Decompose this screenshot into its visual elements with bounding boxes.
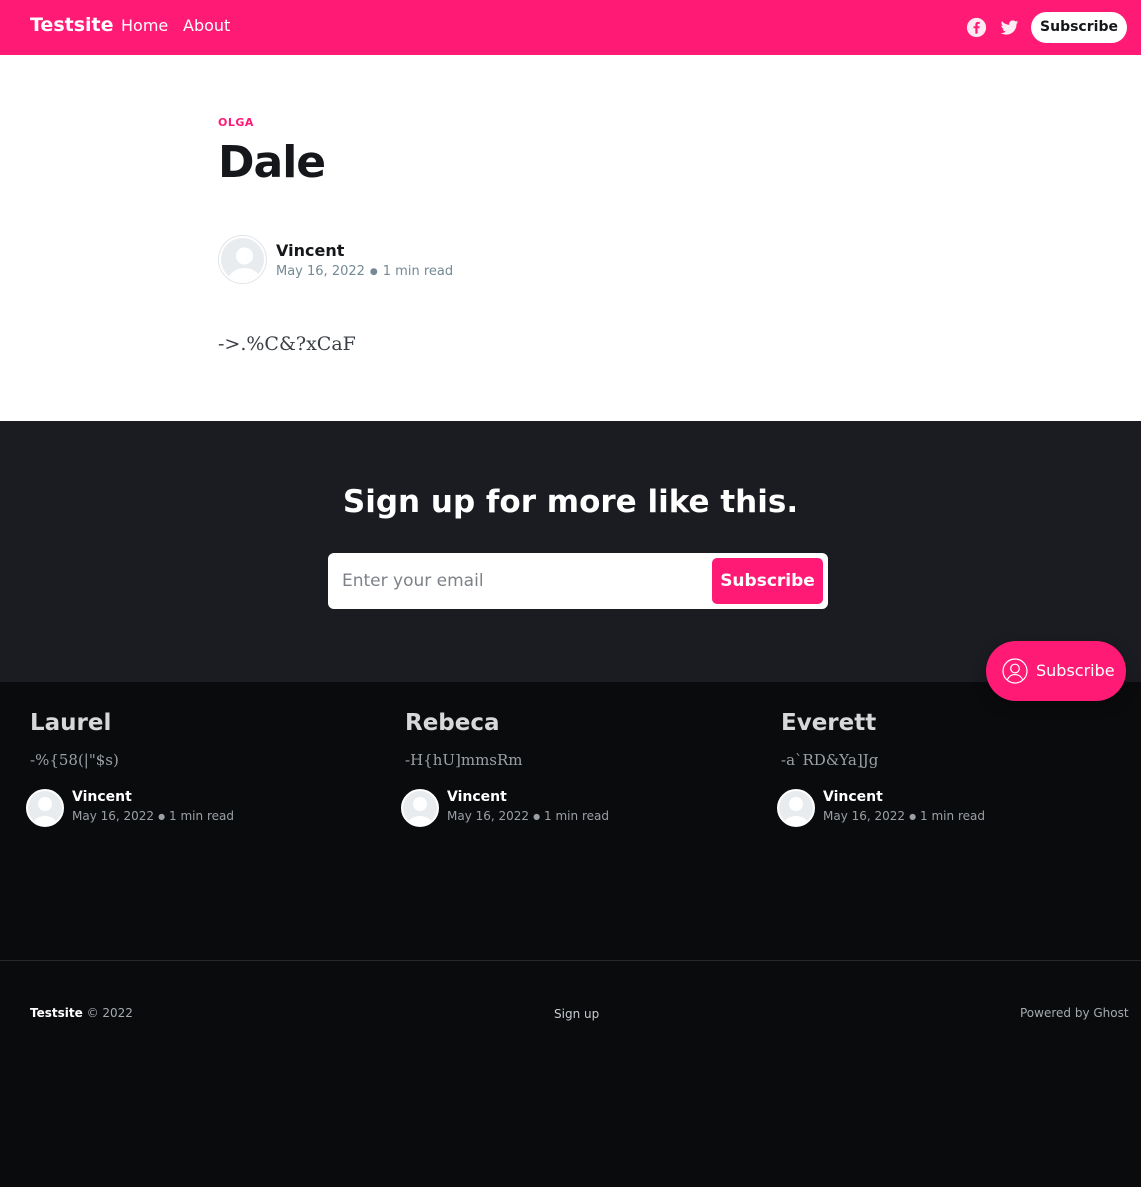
signup-form: Subscribe (328, 553, 828, 609)
post-card-title[interactable]: Everett (781, 710, 876, 736)
post-card-excerpt: -a`RD&Ya]Jg (781, 751, 879, 769)
post-card-excerpt: -H{hU]mmsRm (405, 751, 523, 769)
portal-subscribe-button[interactable]: Subscribe (986, 641, 1126, 701)
footer-signup-link[interactable]: Sign up (554, 1007, 599, 1021)
post-card-meta: May 16, 2022 ● 1 min read (447, 809, 609, 823)
author-avatar[interactable] (26, 789, 64, 827)
cta-title: Sign up for more like this. (342, 484, 799, 520)
site-brand-link[interactable]: Testsite (30, 14, 114, 36)
post-card-author[interactable]: Vincent (72, 789, 132, 805)
author-avatar[interactable] (777, 789, 815, 827)
post-card[interactable]: Rebeca -H{hU]mmsRm Vincent May 16, 2022 ●… (401, 682, 745, 842)
header-subscribe-button[interactable]: Subscribe (1031, 12, 1127, 43)
copyright: Testsite © 2022 (30, 1006, 133, 1020)
post-card[interactable]: Laurel -%{58(|"$s) Vincent May 16, 2022 ●… (26, 682, 370, 842)
post-card-meta: May 16, 2022 ● 1 min read (823, 809, 985, 823)
copyright-year: © 2022 (86, 1006, 133, 1020)
post-card-date: May 16, 2022 (447, 809, 530, 823)
portal-label: Subscribe (1036, 661, 1115, 680)
nav-about-link[interactable]: About (183, 16, 230, 35)
post-card-title[interactable]: Laurel (30, 710, 111, 736)
post-card-date: May 16, 2022 (823, 809, 906, 823)
nav-home-link[interactable]: Home (121, 16, 168, 35)
cta-subscribe-button[interactable]: Subscribe (712, 558, 823, 604)
post-date: May 16, 2022 (276, 264, 365, 279)
post-title: Dale (218, 137, 326, 188)
reading-time: 1 min read (382, 264, 454, 279)
avatar-placeholder-icon (782, 797, 810, 825)
post-meta: May 16, 2022 ● 1 min read (276, 264, 453, 279)
email-field[interactable] (342, 567, 702, 595)
facebook-icon[interactable] (966, 17, 987, 38)
meta-separator: ● (533, 812, 541, 821)
post-card-title[interactable]: Rebeca (405, 710, 500, 736)
avatar-placeholder-icon (31, 797, 59, 825)
meta-separator: ● (369, 266, 378, 277)
author-name-link[interactable]: Vincent (276, 241, 344, 260)
meta-separator: ● (158, 812, 166, 821)
footer-brand-link[interactable]: Testsite (30, 1006, 83, 1020)
post-card-reading-time: 1 min read (920, 809, 985, 823)
powered-by-ghost-link[interactable]: Powered by Ghost (1020, 1006, 1129, 1020)
signup-cta: Sign up for more like this. Subscribe (0, 421, 1141, 682)
post-card-author[interactable]: Vincent (823, 789, 883, 805)
site-footer: Testsite © 2022 Sign up Powered by Ghost (0, 960, 1141, 1187)
post-card-author[interactable]: Vincent (447, 789, 507, 805)
author-avatar[interactable] (401, 789, 439, 827)
related-posts: Laurel -%{58(|"$s) Vincent May 16, 2022 ●… (0, 682, 1141, 960)
twitter-icon[interactable] (999, 17, 1020, 38)
avatar-placeholder-icon (227, 247, 262, 281)
user-circle-icon (1002, 658, 1028, 684)
post-card-meta: May 16, 2022 ● 1 min read (72, 809, 234, 823)
meta-separator: ● (909, 812, 917, 821)
author-avatar[interactable] (219, 236, 266, 283)
site-header: Testsite Home About Subscribe (0, 0, 1141, 55)
post-body: ->.%C&?xCaF (218, 333, 356, 355)
article: OLGA Dale Vincent May 16, 2022 ● 1 min rea… (0, 55, 1141, 421)
post-card[interactable]: Everett -a`RD&Ya]Jg Vincent May 16, 2022… (777, 682, 1121, 842)
post-card-reading-time: 1 min read (169, 809, 234, 823)
post-tag[interactable]: OLGA (218, 116, 254, 129)
post-card-date: May 16, 2022 (72, 809, 155, 823)
post-card-reading-time: 1 min read (544, 809, 609, 823)
avatar-placeholder-icon (406, 797, 434, 825)
post-card-excerpt: -%{58(|"$s) (30, 751, 119, 769)
